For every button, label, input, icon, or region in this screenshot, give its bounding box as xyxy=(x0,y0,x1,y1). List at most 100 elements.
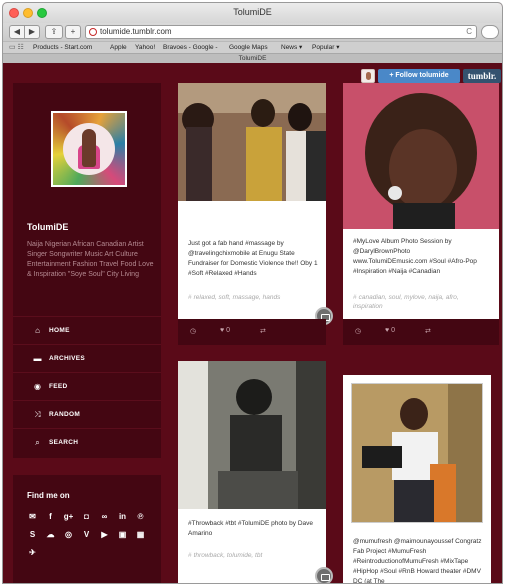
bookmark-item[interactable]: Yahoo! xyxy=(135,42,155,53)
nav-home[interactable]: ⌂ HOME xyxy=(13,316,161,344)
title-bar: TolumiDE xyxy=(3,3,502,23)
back-button[interactable]: ◀ xyxy=(9,25,25,39)
photo-type-badge xyxy=(315,567,333,583)
follow-button[interactable]: + Follow tolumide xyxy=(378,69,460,83)
bookmarks-bar: ▭ ☷ Products - Start.com Apple Yahoo! Br… xyxy=(3,41,502,53)
post-photo[interactable] xyxy=(178,83,326,201)
profile-photo[interactable] xyxy=(51,111,127,187)
nav-label: HOME xyxy=(49,327,70,334)
youtube-icon[interactable]: ▶ xyxy=(99,529,110,540)
post-photo-image xyxy=(178,361,326,509)
reblog-icon[interactable]: ⇄ xyxy=(425,327,431,335)
social-links-title: Find me on xyxy=(27,491,70,500)
address-bar[interactable]: tolumide.tumblr.com C xyxy=(85,25,477,39)
reblog-icon[interactable]: ⇄ xyxy=(260,327,266,335)
bookmarks-sidebar-icon[interactable]: ▭ ☷ xyxy=(9,42,24,53)
post-footer: ◷ ♥ 0 ⇄ xyxy=(343,319,499,345)
search-field[interactable] xyxy=(481,25,499,39)
video-icon[interactable]: ▣ xyxy=(117,529,128,540)
tab-title: TolumiDE xyxy=(238,55,267,62)
window-title: TolumiDE xyxy=(233,7,272,17)
mail-icon[interactable]: ✉ xyxy=(27,511,38,522)
tag-icon: # xyxy=(188,294,192,301)
rss-icon: ◉ xyxy=(34,382,41,391)
url-text: tolumide.tumblr.com xyxy=(100,27,172,36)
like-button[interactable]: ♥ 0 xyxy=(220,327,230,334)
sidebar: TolumiDE Naija Nigerian African Canadian… xyxy=(13,83,161,458)
vimeo-icon[interactable]: V xyxy=(81,529,92,540)
skype-icon[interactable]: S xyxy=(27,529,38,540)
back-arrow-icon: ◀ xyxy=(13,27,21,36)
post-card: #MyLove Album Photo Session by @DarylBro… xyxy=(343,83,499,345)
spotify-icon[interactable]: ◎ xyxy=(63,529,74,540)
post-tags[interactable]: # relaxed, soft, massage, hands xyxy=(188,293,318,302)
post-tag-text: relaxed, soft, massage, hands xyxy=(193,294,281,301)
browser-window: TolumiDE ◀ ▶ ⇪ + tolumide.tumblr.com C ▭… xyxy=(2,2,503,584)
post-photo-image xyxy=(352,384,482,522)
bookmark-item[interactable]: Bravoes - Google - xyxy=(163,42,218,53)
post-photo-image xyxy=(343,83,499,229)
post-photo[interactable] xyxy=(343,83,499,229)
post-card: #Throwback #tbt #TolumiDE photo by Dave … xyxy=(178,361,333,583)
twitter-icon[interactable]: ✈ xyxy=(27,547,38,558)
share-icon: ⇪ xyxy=(50,27,58,36)
post-photo[interactable] xyxy=(351,383,483,523)
bookmark-item[interactable]: Products - Start.com xyxy=(33,42,92,53)
forward-button[interactable]: ▶ xyxy=(24,25,40,39)
post-photo-image xyxy=(178,83,326,201)
nav-label: RANDOM xyxy=(49,411,81,418)
nav-label: ARCHIVES xyxy=(49,355,85,362)
bookmark-item[interactable]: Popular ▾ xyxy=(312,42,339,53)
facebook-icon[interactable]: f xyxy=(45,511,56,522)
post-tags[interactable]: # throwback, tolumide, tbt xyxy=(188,551,318,560)
browser-toolbar: ◀ ▶ ⇪ + tolumide.tumblr.com C xyxy=(3,23,502,41)
bookmark-item[interactable]: Apple xyxy=(110,42,127,53)
post-caption: #MyLove Album Photo Session by @DarylBro… xyxy=(353,238,477,275)
post-caption: #Throwback #tbt #TolumiDE photo by Dave … xyxy=(188,520,314,537)
blog-description: Naija Nigerian African Canadian Artist S… xyxy=(27,241,154,278)
add-bookmark-button[interactable]: + xyxy=(65,25,81,39)
clock-icon[interactable]: ◷ xyxy=(190,327,196,335)
share-button[interactable]: ⇪ xyxy=(45,25,63,39)
post-photo[interactable] xyxy=(178,361,326,509)
post-footer: ◷ ♥ 0 ⇄ xyxy=(178,319,326,345)
tag-icon: # xyxy=(353,294,357,301)
bookmark-item[interactable]: News ▾ xyxy=(281,42,302,53)
shuffle-icon: ⤨ xyxy=(34,410,41,419)
nav-random[interactable]: ⤨ RANDOM xyxy=(13,400,161,428)
tab-active[interactable]: TolumiDE xyxy=(3,53,502,63)
googleplus-icon[interactable]: g+ xyxy=(63,511,74,522)
post-tag-text: throwback, tolumide, tbt xyxy=(193,552,263,559)
image-icon[interactable]: ▦ xyxy=(135,529,146,540)
nav-label: FEED xyxy=(49,383,68,390)
pinterest-icon[interactable]: ℗ xyxy=(135,511,146,522)
post-caption: Just got a fab hand #massage by @traveli… xyxy=(188,240,318,277)
nav-search[interactable]: ⌕ SEARCH xyxy=(13,428,161,456)
lastfm-icon[interactable]: ∞ xyxy=(99,511,110,522)
blog-avatar-small[interactable] xyxy=(361,69,375,83)
search-icon: ⌕ xyxy=(35,438,40,447)
tag-icon: # xyxy=(188,552,192,559)
plus-icon: + xyxy=(70,27,76,36)
nav-archives[interactable]: ▬ ARCHIVES xyxy=(13,344,161,372)
blog-title[interactable]: TolumiDE xyxy=(27,222,68,232)
archive-icon: ▬ xyxy=(33,354,42,363)
linkedin-icon[interactable]: in xyxy=(117,511,128,522)
profile-photo-circle xyxy=(63,123,115,175)
like-button[interactable]: ♥ 0 xyxy=(385,327,395,334)
bookmark-item[interactable]: Google Maps xyxy=(229,42,268,53)
post-tags[interactable]: # canadian, soul, mylove, naija, afro, in… xyxy=(353,293,483,311)
post-card: Just got a fab hand #massage by @traveli… xyxy=(178,83,333,345)
clock-icon[interactable]: ◷ xyxy=(355,327,361,335)
like-count: 0 xyxy=(391,327,396,334)
reload-button[interactable]: C xyxy=(466,26,472,38)
post-caption: @mumufresh @maimounayoussef Congratz Fab… xyxy=(353,538,482,584)
social-links-panel: Find me on ✉ f g+ ◘ ∞ in ℗ S ☁ ◎ V ▶ ▣ ▦… xyxy=(13,475,161,583)
home-icon: ⌂ xyxy=(35,326,40,335)
soundcloud-icon[interactable]: ☁ xyxy=(45,529,56,540)
like-count: 0 xyxy=(226,327,231,334)
nav-feed[interactable]: ◉ FEED xyxy=(13,372,161,400)
nav-label: SEARCH xyxy=(49,439,79,446)
instagram-icon[interactable]: ◘ xyxy=(81,511,92,522)
tumblr-logo[interactable]: tumblr. xyxy=(463,69,501,83)
